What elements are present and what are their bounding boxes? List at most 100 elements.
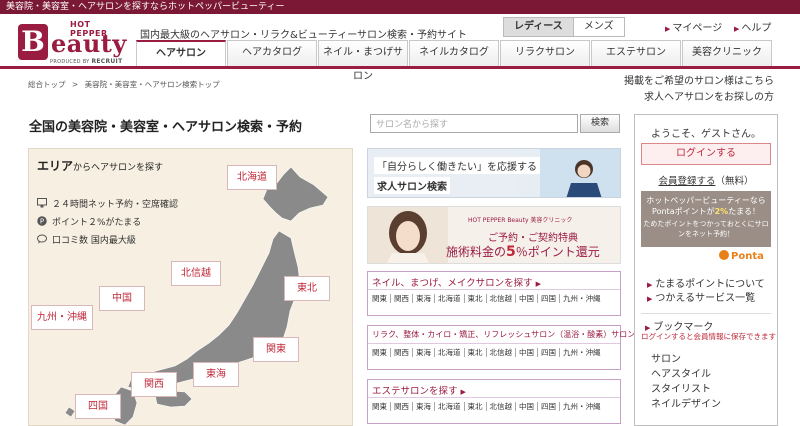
ladies-tab[interactable]: レディース bbox=[503, 17, 574, 37]
area-links: 関東 関西 東海 北海道 東北 北信越 中国 四国 九州・沖縄 bbox=[368, 398, 620, 415]
breadcrumb-separator: > bbox=[71, 80, 79, 89]
area-link-kyushu[interactable]: 九州・沖縄 bbox=[560, 348, 604, 357]
area-link-tokai[interactable]: 東海 bbox=[413, 402, 435, 411]
area-link-kanto[interactable]: 関東 bbox=[372, 348, 391, 357]
listing-inquiry-link[interactable]: 掲載をご希望のサロン様はこちら bbox=[624, 72, 774, 87]
bookmark-stylist[interactable]: スタイリスト bbox=[651, 380, 711, 395]
breadcrumb-current: 美容院・美容室・ヘアサロン検索トップ bbox=[84, 80, 220, 89]
point-icon: P bbox=[37, 216, 47, 226]
speech-bubble-icon bbox=[37, 234, 47, 244]
region-tohoku[interactable]: 東北 bbox=[284, 276, 330, 301]
region-hokushinetsu[interactable]: 北信越 bbox=[171, 261, 221, 286]
banner-model-photo bbox=[368, 207, 448, 263]
area-link-kansai[interactable]: 関西 bbox=[391, 402, 413, 411]
mypage-link[interactable]: ▶ マイページ bbox=[665, 19, 722, 34]
area-link-hokushinetsu[interactable]: 北信越 bbox=[486, 294, 516, 303]
area-link-hokushinetsu[interactable]: 北信越 bbox=[486, 348, 516, 357]
area-links: 関東 関西 東海 北海道 東北 北信越 中国 四国 九州・沖縄 bbox=[368, 344, 620, 361]
area-link-kanto[interactable]: 関東 bbox=[372, 402, 391, 411]
points-line3: ためたポイントをつかっておとくにサロンをネット予約！ bbox=[643, 220, 769, 238]
topbar: 美容院・美容室・ヘアサロンを探すならホットペッパービューティー bbox=[0, 0, 800, 14]
area-link-tohoku[interactable]: 東北 bbox=[464, 294, 487, 303]
mens-tab[interactable]: メンズ bbox=[573, 17, 625, 37]
area-link-kyushu[interactable]: 九州・沖縄 bbox=[560, 294, 604, 303]
bookmark-section: ▶ ブックマーク ログインすると会員情報に保存できます サロン ヘアスタイル スタ… bbox=[641, 313, 776, 423]
area-link-kanto[interactable]: 関東 bbox=[372, 294, 391, 303]
tab-relax-salon[interactable]: リラクサロン bbox=[500, 40, 590, 66]
feature-24h-booking: ２４時間ネット予約・空席確認 bbox=[37, 197, 178, 210]
area-link-tokai[interactable]: 東海 bbox=[413, 348, 435, 357]
gender-toggle: レディース メンズ bbox=[503, 17, 625, 37]
site-logo[interactable]: HOT PEPPER B eauty PRODUCED BY RECRUIT bbox=[18, 20, 128, 65]
points-about-link[interactable]: ▶ たまるポイントについて bbox=[647, 275, 765, 290]
category-title[interactable]: ネイル、まつげ、メイクサロンを探す ▶ bbox=[368, 272, 620, 290]
nav-underline bbox=[0, 66, 800, 69]
tab-esthe-salon[interactable]: エステサロン bbox=[591, 40, 681, 66]
bookmark-salon[interactable]: サロン bbox=[651, 350, 681, 365]
ponta-icon bbox=[719, 250, 729, 260]
recruit-salon-banner[interactable]: 「自分らしく働きたい」を応援する 求人サロン検索 bbox=[367, 148, 621, 198]
area-link-chugoku[interactable]: 中国 bbox=[516, 402, 538, 411]
arrow-icon: ▶ bbox=[734, 25, 740, 33]
tab-beauty-clinic[interactable]: 美容クリニック bbox=[682, 40, 772, 66]
area-link-shikoku[interactable]: 四国 bbox=[538, 294, 560, 303]
area-links: 関東 関西 東海 北海道 東北 北信越 中国 四国 九州・沖縄 bbox=[368, 290, 620, 307]
help-link[interactable]: ▶ ヘルプ bbox=[734, 19, 771, 34]
recruit-salon-link[interactable]: 求人ヘアサロンをお探しの方 bbox=[644, 88, 774, 103]
points-line1: ホットペッパービューティーなら bbox=[646, 196, 766, 205]
clinic-brand: HOT PEPPER Beauty 美容クリニック bbox=[468, 217, 573, 224]
tab-hair-catalog[interactable]: ヘアカタログ bbox=[227, 40, 317, 66]
region-tokai[interactable]: 東海 bbox=[193, 362, 239, 387]
category-title[interactable]: リラク、整体・カイロ・矯正、リフレッシュサロン（温浴・酸素）サロンを探す▶ bbox=[368, 326, 668, 344]
area-link-hokushinetsu[interactable]: 北信越 bbox=[486, 402, 516, 411]
services-list-link[interactable]: ▶ つかえるサービス一覧 bbox=[647, 289, 755, 304]
welcome-text: ようこそ、ゲストさん。 bbox=[651, 129, 761, 140]
arrow-icon: ▶ bbox=[665, 25, 671, 33]
area-link-kyushu[interactable]: 九州・沖縄 bbox=[560, 402, 604, 411]
beauty-clinic-banner[interactable]: HOT PEPPER Beauty 美容クリニック ご予約・ご契約特典 施術料金… bbox=[367, 206, 621, 264]
region-kansai[interactable]: 関西 bbox=[131, 372, 177, 397]
monitor-icon bbox=[37, 198, 47, 208]
area-link-kansai[interactable]: 関西 bbox=[391, 348, 413, 357]
login-button[interactable]: ログインする bbox=[641, 143, 771, 165]
clinic-offer-heading: ご予約・ご契約特典 bbox=[488, 233, 578, 244]
area-link-chugoku[interactable]: 中国 bbox=[516, 348, 538, 357]
region-hokkaido[interactable]: 北海道 bbox=[227, 165, 277, 190]
feature-reviews: 口コミ数 国内最大級 bbox=[37, 233, 136, 246]
region-kyushu-okinawa[interactable]: 九州・沖縄 bbox=[31, 305, 93, 330]
area-link-hokkaido[interactable]: 北海道 bbox=[435, 402, 465, 411]
area-link-shikoku[interactable]: 四国 bbox=[538, 402, 560, 411]
logo-wordmark: eauty bbox=[51, 29, 127, 58]
area-link-hokkaido[interactable]: 北海道 bbox=[435, 294, 465, 303]
area-link-tokai[interactable]: 東海 bbox=[413, 294, 435, 303]
region-kanto[interactable]: 関東 bbox=[253, 337, 299, 362]
area-link-kansai[interactable]: 関西 bbox=[391, 294, 413, 303]
category-relax: リラク、整体・カイロ・矯正、リフレッシュサロン（温浴・酸素）サロンを探す▶ 関東… bbox=[367, 325, 668, 370]
points-line2: Pontaポイントが2%たまる！ bbox=[652, 207, 760, 216]
region-chugoku[interactable]: 中国 bbox=[99, 286, 145, 311]
salon-search-input[interactable]: サロン名から探す bbox=[370, 114, 578, 133]
area-link-chugoku[interactable]: 中国 bbox=[516, 294, 538, 303]
category-nail-eyelash: ネイル、まつげ、メイクサロンを探す ▶ 関東 関西 東海 北海道 東北 北信越 中国 四国 九州・… bbox=[367, 271, 621, 316]
area-link-shikoku[interactable]: 四国 bbox=[538, 348, 560, 357]
tab-nail-catalog[interactable]: ネイルカタログ bbox=[409, 40, 499, 66]
arrow-icon: ▶ bbox=[647, 281, 653, 289]
area-search-panel: エリアからヘアサロンを探す ２４時間ネット予約・空席確認 P ポイント２%がたまる… bbox=[28, 148, 353, 426]
main-nav: ヘアサロン ヘアカタログ ネイル・まつげサロン ネイルカタログ リラクサロン エ… bbox=[136, 40, 773, 82]
category-title[interactable]: エステサロンを探す ▶ bbox=[368, 380, 620, 398]
area-link-tohoku[interactable]: 東北 bbox=[464, 402, 487, 411]
region-shikoku[interactable]: 四国 bbox=[75, 394, 121, 419]
breadcrumb-home[interactable]: 総合トップ bbox=[28, 80, 66, 89]
register-link[interactable]: 会員登録する（無料） bbox=[635, 173, 777, 187]
search-button[interactable]: 検索 bbox=[580, 114, 620, 133]
tab-nail-eyelash[interactable]: ネイル・まつげサロン bbox=[318, 40, 408, 82]
tab-hair-salon[interactable]: ヘアサロン bbox=[136, 40, 226, 66]
logo-b-mark: B bbox=[18, 24, 48, 60]
area-link-hokkaido[interactable]: 北海道 bbox=[435, 348, 465, 357]
arrow-icon: ▶ bbox=[460, 388, 466, 396]
area-link-tohoku[interactable]: 東北 bbox=[464, 348, 487, 357]
site-tagline: 国内最大級のヘアサロン・リラク&ビューティーサロン検索・予約サイト bbox=[140, 30, 467, 41]
bookmark-nail-design[interactable]: ネイルデザイン bbox=[651, 395, 721, 410]
logo-produced-by: PRODUCED BY RECRUIT bbox=[50, 58, 123, 65]
bookmark-hairstyle[interactable]: ヘアスタイル bbox=[651, 365, 711, 380]
